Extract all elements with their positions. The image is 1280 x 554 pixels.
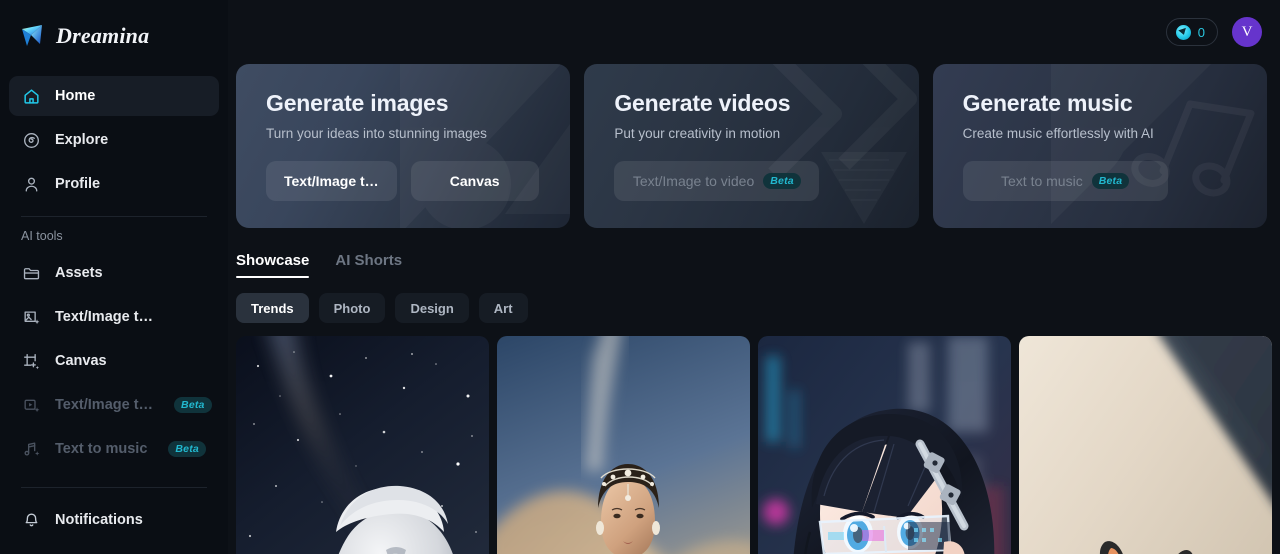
filter-chips: Trends Photo Design Art [228, 278, 1280, 323]
sidebar-item-assets[interactable]: Assets [9, 253, 219, 293]
play-triangle-decor [584, 64, 918, 228]
tab-label: AI Shorts [335, 252, 403, 269]
sidebar-item-canvas[interactable]: Canvas [9, 341, 219, 381]
canvas-icon [21, 351, 41, 371]
button-label: Canvas [449, 173, 500, 189]
sidebar-item-home[interactable]: Home [9, 76, 219, 116]
chip-design[interactable]: Design [395, 293, 469, 323]
chip-art[interactable]: Art [478, 293, 528, 323]
sidebar-item-label: Text/Image t… [55, 309, 154, 325]
sidebar: Dreamina Home Explore Profile AI tools A… [0, 0, 228, 554]
chip-label: Trends [251, 300, 294, 316]
dreamina-star-icon [18, 22, 48, 50]
sidebar-item-label: Profile [55, 176, 101, 192]
avatar-initial: V [1241, 23, 1253, 40]
top-bar: 0 V [228, 0, 1280, 64]
brand-logo[interactable]: Dreamina [9, 0, 219, 72]
sidebar-item-profile[interactable]: Profile [9, 164, 219, 204]
sidebar-item-text-to-music[interactable]: Text to music Beta [9, 429, 219, 469]
gallery-image-cyberpunk-anime [758, 336, 1011, 554]
brand-name: Dreamina [56, 23, 150, 48]
tab-ai-shorts[interactable]: AI Shorts [335, 252, 402, 278]
beta-badge: Beta [174, 397, 212, 413]
sidebar-item-label: Text to music [55, 441, 148, 457]
sidebar-divider-bottom [21, 487, 207, 488]
sidebar-item-label: Notifications [55, 512, 143, 528]
hero-card-generate-images[interactable]: Generate images Turn your ideas into stu… [236, 64, 571, 228]
sidebar-section-label: AI tools [21, 229, 63, 243]
hero-card-title: Generate images [266, 90, 449, 116]
hero-cards: Generate images Turn your ideas into stu… [228, 64, 1280, 228]
avatar[interactable]: V [1232, 17, 1262, 47]
image-sparkle-icon [21, 307, 41, 327]
music-sparkle-icon [21, 439, 41, 459]
image-mountain-decor [236, 64, 570, 228]
beta-badge: Beta [763, 173, 801, 189]
sidebar-tools-nav: Assets Text/Image t… Canvas Text/Image t… [9, 253, 219, 469]
hero-card-generate-videos[interactable]: Generate videos Put your creativity in m… [584, 64, 919, 228]
showcase-gallery [228, 323, 1280, 554]
credit-coin-icon [1175, 24, 1191, 40]
profile-icon [21, 174, 41, 194]
tab-showcase[interactable]: Showcase [236, 252, 310, 278]
hero-card-subtitle: Put your creativity in motion [614, 126, 781, 141]
sidebar-item-explore[interactable]: Explore [9, 120, 219, 160]
explore-icon [21, 130, 41, 150]
chip-label: Photo [333, 300, 371, 316]
text-to-music-button[interactable]: Text to music Beta [962, 161, 1168, 201]
gallery-item[interactable] [236, 336, 489, 554]
folder-icon [21, 263, 41, 283]
sidebar-item-text-image-to-video[interactable]: Text/Image t… Beta [9, 385, 219, 425]
sidebar-primary-nav: Home Explore Profile [9, 72, 219, 204]
sidebar-item-label: Text/Image t… [55, 397, 154, 413]
button-label: Text/Image to video [632, 173, 755, 189]
chip-trends[interactable]: Trends [236, 293, 309, 323]
chip-photo[interactable]: Photo [318, 293, 386, 323]
sidebar-item-notifications[interactable]: Notifications [9, 500, 219, 540]
button-label: Text/Image t… [284, 173, 379, 189]
gallery-item[interactable] [1019, 336, 1272, 554]
sidebar-item-label: Assets [55, 265, 103, 281]
chip-label: Design [410, 300, 454, 316]
hero-card-title: Generate videos [614, 90, 791, 116]
gallery-image-tiger-dune [1019, 336, 1272, 554]
beta-badge: Beta [1091, 173, 1130, 189]
sidebar-item-label: Canvas [55, 353, 107, 369]
credits-value: 0 [1197, 24, 1205, 40]
gallery-image-statue-galaxy [236, 336, 489, 554]
gallery-item[interactable] [758, 336, 1011, 554]
hero-card-generate-music[interactable]: Generate music Create music effortlessly… [932, 64, 1267, 228]
home-icon [21, 86, 41, 106]
video-sparkle-icon [21, 395, 41, 415]
tab-label: Showcase [236, 252, 310, 269]
gallery-image-desert-woman [497, 336, 750, 554]
credits-badge[interactable]: 0 [1165, 18, 1218, 46]
music-note-decor [933, 64, 1267, 228]
sidebar-item-label: Explore [55, 132, 109, 148]
bell-icon [21, 510, 41, 530]
button-label: Text to music [1001, 173, 1083, 189]
canvas-button[interactable]: Canvas [410, 161, 539, 201]
sidebar-item-label: Home [55, 88, 96, 104]
app-root: Dreamina Home Explore Profile AI tools A… [0, 0, 1280, 554]
hero-card-subtitle: Create music effortlessly with AI [962, 126, 1154, 141]
sidebar-item-text-image-to-image[interactable]: Text/Image t… [9, 297, 219, 337]
text-image-to-video-button[interactable]: Text/Image to video Beta [614, 161, 820, 201]
sidebar-divider-top [21, 216, 207, 217]
hero-card-actions: Text to music Beta [962, 161, 1267, 201]
content-tabs: Showcase AI Shorts [228, 228, 1280, 278]
hero-card-title: Generate music [962, 90, 1133, 116]
hero-card-actions: Text/Image to video Beta [614, 161, 918, 201]
main-content: 0 V Generate images Turn your ideas into… [228, 0, 1280, 554]
gallery-item[interactable] [497, 336, 750, 554]
beta-badge: Beta [168, 441, 206, 457]
hero-card-subtitle: Turn your ideas into stunning images [266, 126, 487, 141]
text-image-to-image-button[interactable]: Text/Image t… [266, 161, 397, 201]
chip-label: Art [493, 300, 513, 316]
hero-card-actions: Text/Image t… Canvas [266, 161, 570, 201]
